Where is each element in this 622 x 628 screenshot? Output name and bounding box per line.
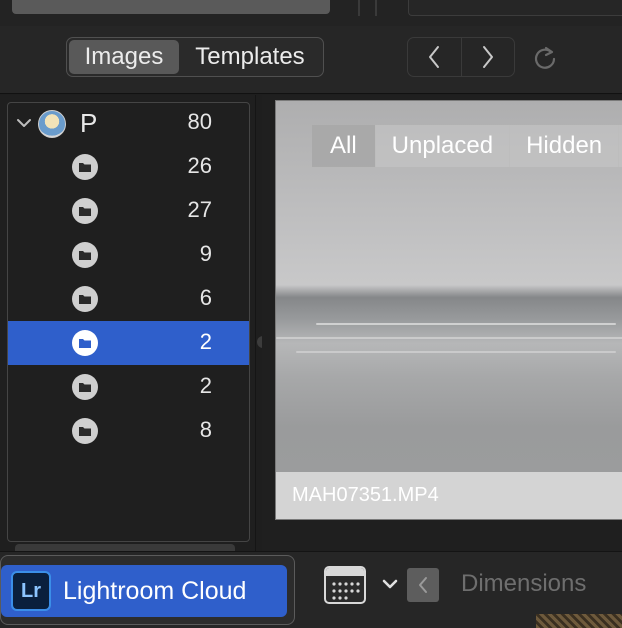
folder-icon bbox=[72, 154, 98, 180]
chevron-left-icon bbox=[419, 577, 427, 593]
folder-count: 2 bbox=[199, 373, 212, 398]
background-image-edge bbox=[536, 614, 622, 628]
folder-icon bbox=[72, 198, 98, 224]
tab-templates[interactable]: Templates bbox=[179, 40, 321, 74]
tree-root-item[interactable]: P 80 bbox=[8, 101, 249, 145]
filter-unplaced[interactable]: Unplaced bbox=[376, 125, 511, 167]
folder-count: 6 bbox=[199, 285, 212, 310]
folder-item-selected[interactable]: 2 bbox=[8, 321, 249, 365]
chevron-left-icon bbox=[429, 46, 440, 68]
folder-icon bbox=[72, 242, 98, 268]
wave-line bbox=[296, 351, 616, 353]
lightroom-cloud-label: Lightroom Cloud bbox=[63, 576, 247, 605]
folder-item[interactable]: 27 bbox=[8, 189, 249, 233]
wave-line bbox=[316, 323, 616, 325]
folder-count: 8 bbox=[199, 417, 212, 442]
folder-count: 9 bbox=[199, 241, 212, 266]
top-panel bbox=[408, 0, 622, 16]
avatar bbox=[38, 110, 66, 138]
top-strip bbox=[0, 0, 622, 26]
reload-icon[interactable] bbox=[531, 44, 559, 72]
folder-count: 27 bbox=[187, 197, 212, 222]
chevron-right-icon bbox=[482, 46, 493, 68]
folder-count: 26 bbox=[187, 153, 212, 178]
filter-hidden[interactable]: Hidden bbox=[510, 125, 620, 167]
chevron-down-icon[interactable] bbox=[380, 574, 400, 594]
filter-tabs: All Unplaced Hidden bbox=[312, 125, 622, 167]
folder-item[interactable]: 8 bbox=[8, 409, 249, 453]
divider bbox=[358, 0, 360, 16]
filter-all[interactable]: All bbox=[312, 125, 376, 167]
folder-icon bbox=[72, 418, 98, 444]
tab-images[interactable]: Images bbox=[69, 40, 179, 74]
folder-count: 2 bbox=[199, 329, 212, 354]
folder-item[interactable]: 9 bbox=[8, 233, 249, 277]
top-scrollbar[interactable] bbox=[12, 0, 330, 14]
forward-button[interactable] bbox=[461, 38, 514, 76]
lightroom-icon: Lr bbox=[11, 571, 51, 611]
sort-dimensions-label[interactable]: Dimensions bbox=[461, 570, 586, 598]
folder-icon bbox=[72, 330, 98, 356]
toolbar: Images Templates bbox=[0, 26, 622, 94]
folder-icon bbox=[72, 286, 98, 312]
navigation-buttons bbox=[407, 37, 515, 77]
wave-line bbox=[276, 337, 622, 339]
folder-item[interactable]: 2 bbox=[8, 365, 249, 409]
divider bbox=[375, 0, 377, 16]
root-count: 80 bbox=[187, 109, 212, 134]
sidebar-scrollbar[interactable] bbox=[15, 544, 235, 551]
lightroom-cloud-item[interactable]: Lr Lightroom Cloud bbox=[1, 565, 287, 617]
chevron-down-icon[interactable] bbox=[16, 115, 32, 131]
folder-item[interactable]: 26 bbox=[8, 145, 249, 189]
folder-icon bbox=[72, 374, 98, 400]
root-label: P bbox=[80, 108, 98, 138]
folder-item[interactable]: 6 bbox=[8, 277, 249, 321]
view-segmented-control: Images Templates bbox=[66, 37, 324, 77]
back-button[interactable] bbox=[408, 38, 461, 76]
calendar-icon[interactable] bbox=[324, 566, 366, 604]
sort-back-button[interactable] bbox=[407, 568, 439, 602]
filename-caption: MAH07351.MP4 bbox=[276, 472, 622, 519]
